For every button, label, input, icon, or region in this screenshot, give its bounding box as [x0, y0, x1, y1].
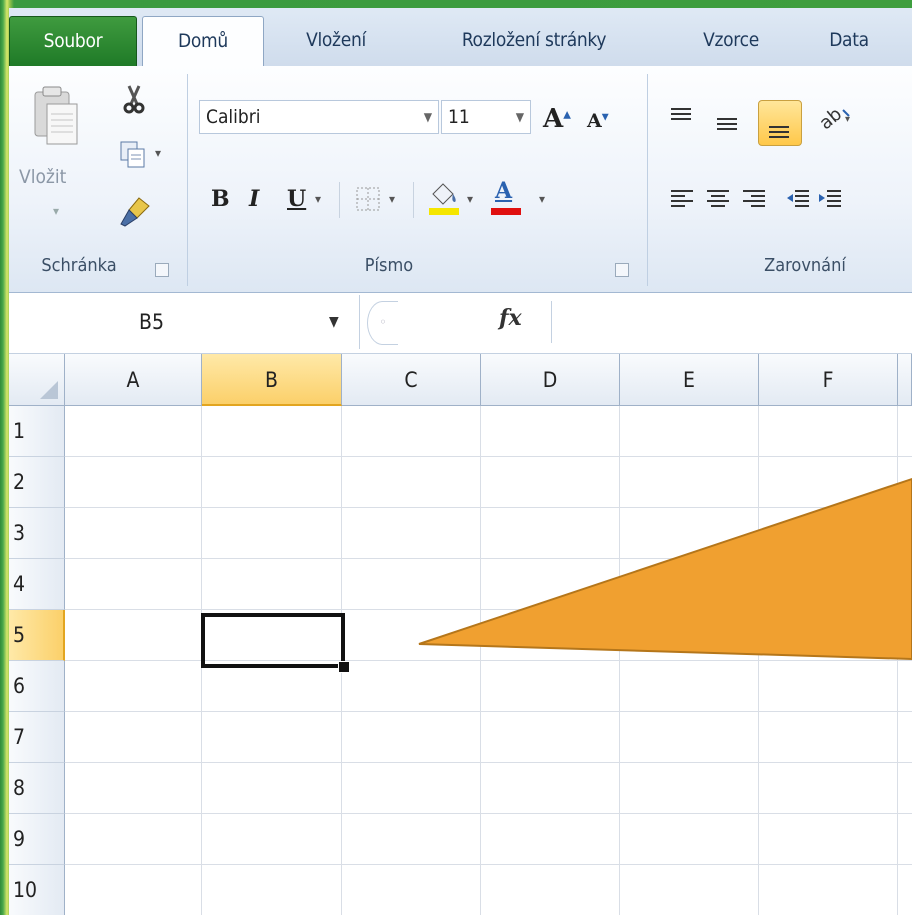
- orientation-icon[interactable]: ab ▾: [817, 102, 853, 132]
- formula-input[interactable]: [551, 301, 912, 343]
- paste-icon[interactable]: [33, 86, 81, 158]
- select-all-triangle-icon: [40, 381, 58, 399]
- grid-line: [65, 762, 912, 763]
- font-color-button[interactable]: A: [489, 178, 529, 218]
- font-size-value: 11: [448, 106, 470, 128]
- font-color-swatch: [491, 208, 521, 215]
- paste-button-label[interactable]: Vložit: [19, 166, 66, 188]
- align-left-icon[interactable]: [669, 186, 695, 212]
- row-header-1[interactable]: 1: [9, 406, 65, 457]
- excel-window: Soubor Domů Vložení Rozložení stránky Vz…: [9, 8, 912, 915]
- font-separator: [413, 182, 414, 218]
- grid-line: [65, 813, 912, 814]
- callout-arrow: [418, 477, 912, 661]
- grow-font-letter: A: [543, 104, 564, 134]
- name-box-value: B5: [139, 310, 164, 334]
- font-color-letter: A: [495, 178, 513, 204]
- align-middle-icon[interactable]: [715, 114, 739, 134]
- underline-dropdown-icon[interactable]: ▾: [315, 192, 321, 206]
- name-box[interactable]: B5 ▼: [9, 295, 360, 349]
- column-header-d[interactable]: D: [481, 354, 620, 406]
- font-separator: [339, 182, 340, 218]
- align-bottom-icon[interactable]: [767, 118, 791, 140]
- worksheet-grid: A B C D E F 1 2 3 4 5 6 7 8 9 10: [9, 354, 912, 915]
- insert-function-button[interactable]: fx: [499, 305, 522, 331]
- chevron-down-icon: ▼: [423, 110, 432, 124]
- group-separator: [187, 74, 188, 286]
- tab-data[interactable]: Data: [809, 16, 889, 66]
- row-header-4[interactable]: 4: [9, 559, 65, 610]
- row-header-2[interactable]: 2: [9, 457, 65, 508]
- font-color-dropdown-icon[interactable]: ▾: [539, 192, 545, 206]
- active-cell-b5[interactable]: [201, 613, 345, 668]
- row-header-7[interactable]: 7: [9, 712, 65, 763]
- fill-handle[interactable]: [338, 661, 350, 673]
- grid-line: [65, 507, 912, 508]
- format-painter-icon[interactable]: [119, 196, 153, 228]
- font-size-select[interactable]: 11 ▼: [441, 100, 531, 134]
- italic-button[interactable]: I: [249, 186, 259, 212]
- align-top-icon[interactable]: [669, 106, 693, 126]
- font-group-label: Písmo: [364, 255, 414, 276]
- column-header-g[interactable]: [898, 354, 912, 406]
- fill-color-icon[interactable]: [427, 180, 461, 216]
- svg-text:▾: ▾: [845, 114, 850, 125]
- copy-dropdown-icon[interactable]: ▾: [155, 146, 161, 160]
- formula-controls: ◦ fx: [359, 295, 551, 349]
- tab-formulas[interactable]: Vzorce: [681, 16, 781, 66]
- row-header-8[interactable]: 8: [9, 763, 65, 814]
- align-center-icon[interactable]: [705, 186, 731, 212]
- borders-dropdown-icon[interactable]: ▾: [389, 192, 395, 206]
- paste-dropdown-icon[interactable]: ▾: [53, 204, 59, 218]
- svg-text:ab: ab: [817, 104, 846, 132]
- column-header-b[interactable]: B: [202, 354, 342, 406]
- row-header-3[interactable]: 3: [9, 508, 65, 559]
- row-header-5[interactable]: 5: [9, 610, 65, 661]
- column-header-c[interactable]: C: [342, 354, 481, 406]
- fill-color-dropdown-icon[interactable]: ▾: [467, 192, 473, 206]
- tab-page-layout[interactable]: Rozložení stránky: [419, 16, 649, 66]
- increase-indent-icon[interactable]: [817, 186, 843, 212]
- column-header-a[interactable]: A: [65, 354, 202, 406]
- underline-button[interactable]: U: [287, 186, 306, 212]
- font-family-value: Calibri: [206, 106, 261, 128]
- formula-bar-splitter[interactable]: ◦: [367, 301, 398, 345]
- grid-line: [65, 864, 912, 865]
- font-launcher-icon[interactable]: [615, 263, 629, 277]
- bold-button[interactable]: B: [211, 186, 230, 212]
- scissors-icon[interactable]: [121, 84, 147, 114]
- grow-font-button[interactable]: A▲: [543, 104, 571, 134]
- tab-home[interactable]: Domů: [142, 16, 264, 67]
- tab-insert[interactable]: Vložení: [281, 16, 391, 66]
- borders-icon[interactable]: [355, 186, 381, 212]
- clipboard-launcher-icon[interactable]: [155, 263, 169, 277]
- column-header-e[interactable]: E: [620, 354, 759, 406]
- decrease-indent-icon[interactable]: [785, 186, 811, 212]
- grid-line: [65, 609, 912, 610]
- row-header-9[interactable]: 9: [9, 814, 65, 865]
- select-all-button[interactable]: [9, 354, 65, 406]
- row-header-10[interactable]: 10: [9, 865, 65, 915]
- shrink-font-letter: A: [587, 110, 602, 132]
- grid-line: [65, 558, 912, 559]
- column-header-f[interactable]: F: [759, 354, 898, 406]
- copy-icon[interactable]: [119, 140, 149, 170]
- ribbon-tab-bar: Soubor Domů Vložení Rozložení stránky Vz…: [9, 8, 912, 67]
- clipboard-group-label: Schránka: [41, 255, 117, 276]
- grid-line: [65, 711, 912, 712]
- grid-line: [65, 660, 912, 661]
- tab-file[interactable]: Soubor: [9, 16, 137, 66]
- font-family-select[interactable]: Calibri ▼: [199, 100, 439, 134]
- group-separator: [647, 74, 648, 286]
- row-header-6[interactable]: 6: [9, 661, 65, 712]
- align-right-icon[interactable]: [741, 186, 767, 212]
- chevron-down-icon: ▼: [515, 110, 524, 124]
- chevron-down-icon: ▼: [329, 314, 339, 330]
- grid-line: [65, 456, 912, 457]
- alignment-group-label: Zarovnání: [764, 255, 846, 276]
- ribbon-home: Vložit ▾ ▾ Schránka Calibri ▼ 11 ▼ A▲ A▼…: [9, 66, 912, 293]
- shrink-font-button[interactable]: A▼: [587, 110, 609, 132]
- formula-bar: B5 ▼ ◦ fx: [9, 293, 912, 354]
